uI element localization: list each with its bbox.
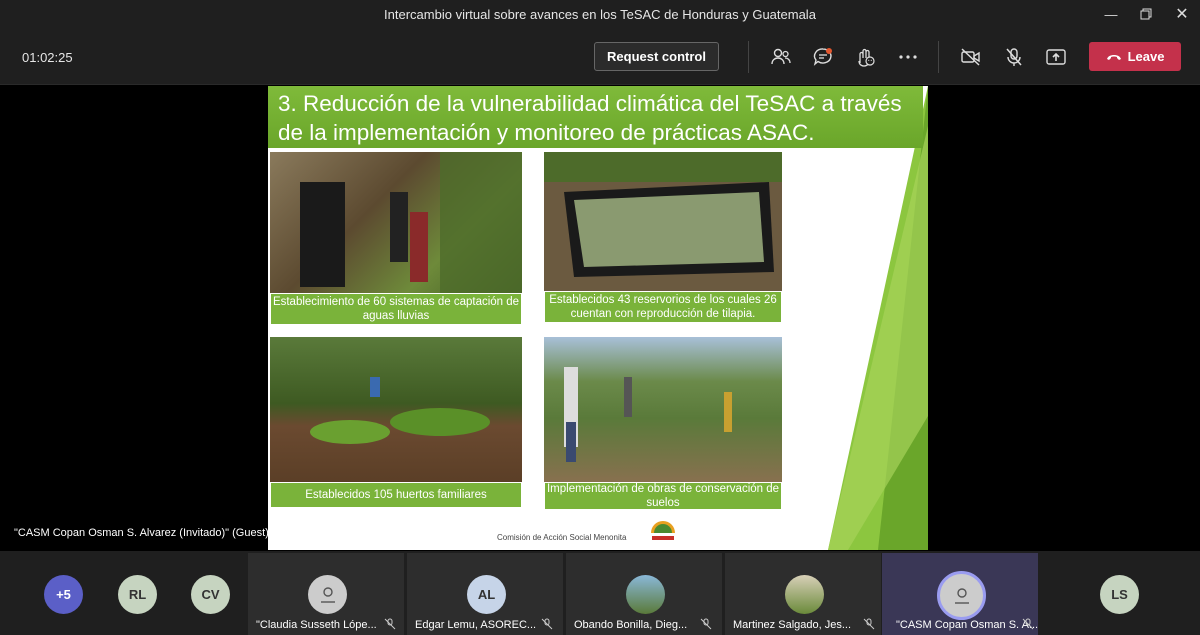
meeting-timer: 01:02:25 [22, 50, 73, 65]
person-icon [308, 575, 347, 614]
photo-reservoir [544, 152, 782, 292]
people-icon[interactable] [768, 44, 794, 70]
meeting-toolbar: 01:02:25 Request control Leave [0, 28, 1200, 85]
mic-muted-icon [1022, 618, 1034, 630]
mic-muted-icon [700, 618, 712, 630]
participant-name: Edgar Lemu, ASOREC... [415, 619, 537, 631]
casm-logo [648, 517, 678, 547]
more-options-icon[interactable] [895, 44, 921, 70]
leave-button[interactable]: Leave [1089, 42, 1181, 71]
person-icon [937, 571, 986, 620]
participant-tile[interactable]: Martinez Salgado, Jes... [725, 553, 881, 635]
mic-off-icon[interactable] [1001, 44, 1027, 70]
participant-avatar-ls[interactable]: LS [1100, 575, 1139, 614]
participant-photo [626, 575, 665, 614]
photo-family-garden [270, 337, 522, 485]
mic-muted-icon [863, 618, 875, 630]
reactions-icon[interactable] [852, 44, 878, 70]
maximize-icon[interactable] [1128, 0, 1164, 28]
participant-name: "Claudia Susseth Lópe... [256, 619, 377, 631]
mic-muted-icon [384, 618, 396, 630]
camera-off-icon[interactable] [958, 44, 984, 70]
share-screen-icon[interactable] [1043, 44, 1069, 70]
hangup-icon [1106, 49, 1122, 64]
slide-title: 3. Reducción de la vulnerabilidad climát… [268, 86, 923, 148]
leave-label: Leave [1127, 49, 1165, 64]
slide-footer: Comisión de Acción Social Menonita [497, 533, 627, 542]
more-participants-button[interactable]: +5 [44, 575, 83, 614]
request-control-button[interactable]: Request control [594, 42, 719, 71]
mic-muted-icon [541, 618, 553, 630]
participant-name: Obando Bonilla, Dieg... [574, 619, 688, 631]
caption-rain-capture: Establecimiento de 60 sistemas de captac… [270, 293, 522, 325]
caption-reservoir: Establecidos 43 reservorios de los cuale… [544, 291, 782, 323]
participant-avatar-rl[interactable]: RL [118, 575, 157, 614]
participant-name: Martinez Salgado, Jes... [733, 619, 852, 631]
minimize-icon[interactable]: — [1093, 0, 1129, 28]
participant-tile[interactable]: AL Edgar Lemu, ASOREC... [407, 553, 563, 635]
participant-avatar-cv[interactable]: CV [191, 575, 230, 614]
presentation-slide: 3. Reducción de la vulnerabilidad climát… [268, 86, 928, 550]
participant-name: "CASM Copan Osman S. A... [896, 619, 1039, 631]
participant-photo [785, 575, 824, 614]
caption-soil-conservation: Implementación de obras de conservación … [544, 482, 782, 510]
toolbar-divider [748, 41, 749, 73]
photo-soil-conservation [544, 337, 782, 485]
photo-rain-capture [270, 152, 522, 295]
window-title: Intercambio virtual sobre avances en los… [384, 6, 816, 22]
participant-tile-active-speaker[interactable]: "CASM Copan Osman S. A... [882, 553, 1038, 635]
caption-family-garden: Establecidos 105 huertos familiares [270, 482, 522, 508]
toolbar-divider [938, 41, 939, 73]
participant-tile[interactable]: "Claudia Susseth Lópe... [248, 553, 404, 635]
window-titlebar: Intercambio virtual sobre avances en los… [0, 0, 1200, 28]
close-icon[interactable]: ✕ [1164, 0, 1200, 28]
chat-icon[interactable] [810, 44, 836, 70]
participant-initials: AL [467, 575, 506, 614]
slide-decoration [828, 86, 928, 550]
speaker-label: "CASM Copan Osman S. Alvarez (Invitado)"… [14, 527, 269, 539]
participant-tile[interactable]: Obando Bonilla, Dieg... [566, 553, 722, 635]
